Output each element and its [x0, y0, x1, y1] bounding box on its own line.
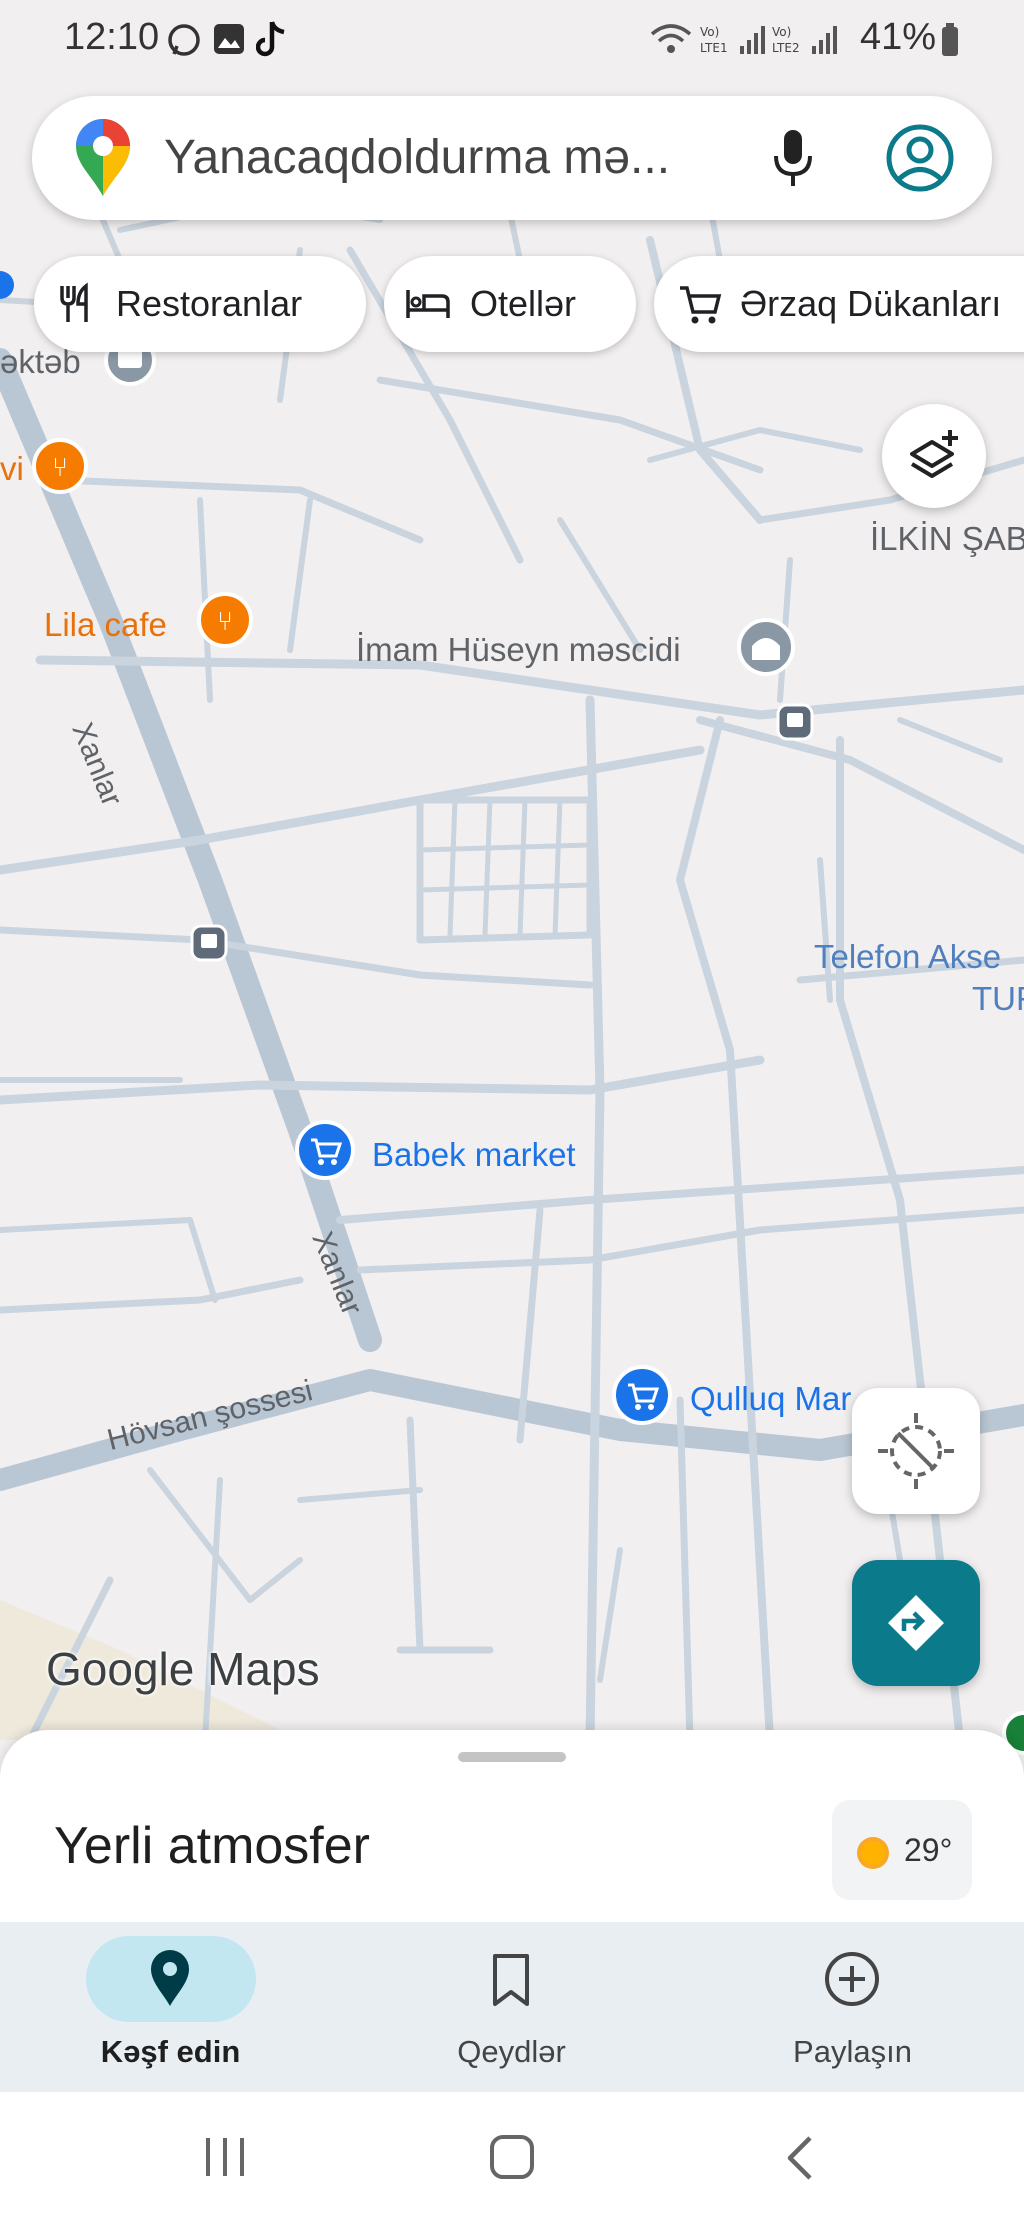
search-bar[interactable]: Yanacaqdoldurma mə... — [32, 96, 992, 220]
maps-pin-icon — [76, 119, 130, 196]
whatsapp-icon — [168, 24, 200, 56]
chip-hotels[interactable]: Otellər — [384, 256, 636, 352]
layers-button[interactable] — [882, 404, 986, 508]
restaurant-icon — [60, 282, 88, 322]
search-input[interactable]: Yanacaqdoldurma mə... — [164, 130, 764, 185]
chip-label: Ərzaq Dükanları — [740, 283, 1002, 324]
map-label-ilkin: İLKİN ŞAB — [870, 520, 1024, 557]
hotel-icon — [406, 290, 450, 318]
weather-chip[interactable]: 29° — [832, 1800, 972, 1900]
map-label-qulluq-market[interactable]: Qulluq Mar — [690, 1380, 851, 1418]
nav-item-saved[interactable]: Qeydlər — [341, 1922, 682, 2092]
bottom-sheet[interactable]: Yerli atmosfer 29° — [0, 1730, 1024, 1930]
wifi-icon — [650, 24, 692, 53]
sheet-title: Yerli atmosfer — [54, 1817, 370, 1875]
map-label-mosque[interactable]: İmam Hüseyn məscidi — [356, 631, 681, 669]
svg-text:⑂: ⑂ — [217, 607, 233, 637]
chip-label: Otellər — [470, 283, 577, 324]
bottom-navigation: Kəşf edin Qeydlər Paylaşın — [0, 1922, 1024, 2092]
svg-text:Vo): Vo) — [700, 25, 719, 39]
sheet-drag-handle[interactable] — [458, 1752, 566, 1762]
chip-grocery[interactable]: Ərzaq Dükanları — [654, 256, 1024, 352]
bus-stop-icon[interactable] — [190, 924, 228, 962]
nav-label: Paylaşın — [793, 2034, 912, 2069]
svg-text:Vo): Vo) — [772, 25, 791, 39]
shopping-pin-icon[interactable] — [295, 1120, 355, 1180]
status-time: 12:10 — [64, 16, 160, 58]
nav-item-explore[interactable]: Kəşf edin — [0, 1922, 341, 2092]
directions-button[interactable] — [852, 1560, 980, 1686]
map-label-telefon-sub: TUR — [972, 980, 1024, 1017]
bookmark-icon — [493, 1954, 529, 2006]
map-label-telefon[interactable]: Telefon Akse — [814, 938, 1001, 976]
tiktok-icon — [256, 21, 285, 57]
mosque-pin-icon[interactable] — [737, 618, 795, 676]
nav-item-contribute[interactable]: Paylaşın — [682, 1922, 1023, 2092]
battery-percent: 41% — [859, 16, 936, 58]
map-label-lila-cafe[interactable]: Lila cafe — [44, 606, 167, 644]
google-maps-watermark: Google Maps — [46, 1643, 320, 1695]
microphone-icon[interactable] — [770, 128, 816, 190]
location-off-icon — [878, 1413, 954, 1489]
restaurant-pin-icon[interactable]: ⑂ — [32, 438, 88, 494]
map-label-babek-market[interactable]: Babek market — [372, 1136, 576, 1174]
restaurant-pin-icon[interactable]: ⑂ — [197, 592, 253, 648]
explore-pin-icon — [151, 1950, 189, 2006]
svg-text:⑂: ⑂ — [52, 453, 68, 483]
add-circle-icon — [825, 1952, 879, 2006]
svg-text:LTE1: LTE1 — [700, 41, 728, 55]
signal-sim2-icon: Vo) LTE2 — [772, 25, 837, 55]
back-icon[interactable] — [782, 2134, 818, 2182]
layers-icon — [910, 430, 958, 478]
signal-sim1-icon: Vo) LTE1 — [700, 25, 765, 55]
recents-icon[interactable] — [202, 2136, 248, 2178]
status-bar: 12:10 Vo) LTE1 Vo) LTE2 41% — [0, 0, 1024, 80]
system-navigation-bar — [0, 2092, 1024, 2221]
nav-label: Kəşf edin — [100, 2034, 241, 2069]
battery-icon — [942, 23, 958, 56]
chip-restaurants[interactable]: Restoranlar — [34, 256, 366, 352]
directions-icon — [888, 1595, 944, 1651]
grocery-cart-icon — [680, 286, 722, 324]
home-icon[interactable] — [488, 2134, 536, 2180]
chip-label: Restoranlar — [116, 283, 303, 324]
map-label-restaurant: vi — [0, 450, 24, 487]
location-button[interactable] — [852, 1388, 980, 1514]
shopping-pin-icon[interactable] — [612, 1365, 672, 1425]
sun-icon — [857, 1837, 889, 1869]
gallery-icon — [214, 24, 244, 54]
weather-temperature: 29° — [904, 1832, 953, 1868]
bus-stop-icon[interactable] — [776, 703, 814, 741]
nav-label: Qeydlər — [457, 2034, 566, 2069]
account-icon[interactable] — [884, 122, 956, 194]
svg-text:LTE2: LTE2 — [772, 41, 800, 55]
